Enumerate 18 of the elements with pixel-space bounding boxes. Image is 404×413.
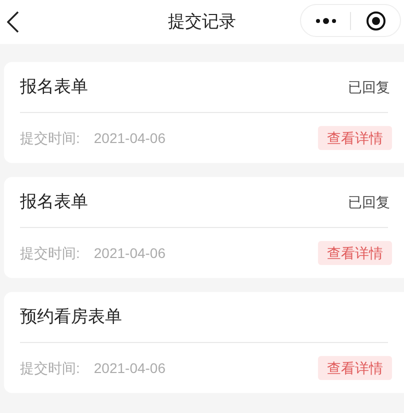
view-details-button[interactable]: 查看详情 — [318, 356, 392, 380]
time-label: 提交时间: — [20, 244, 80, 262]
view-details-button[interactable]: 查看详情 — [318, 126, 392, 150]
submit-time: 2021-04-06 — [94, 128, 166, 148]
time-label: 提交时间: — [20, 358, 80, 378]
view-details-button[interactable]: 查看详情 — [318, 241, 392, 265]
form-title: 报名表单 — [20, 76, 88, 98]
more-icon — [314, 18, 336, 24]
back-icon — [7, 11, 19, 33]
submit-time: 2021-04-06 — [94, 358, 166, 378]
page-title: 提交记录 — [168, 11, 236, 34]
status-text: 已回复 — [348, 192, 390, 212]
status-text: 已回复 — [348, 78, 390, 96]
target-icon — [366, 10, 386, 30]
submit-time: 2021-04-06 — [94, 244, 166, 262]
form-title: 预约看房表单 — [20, 306, 122, 328]
form-title: 报名表单 — [20, 191, 88, 214]
time-label: 提交时间: — [20, 128, 80, 148]
